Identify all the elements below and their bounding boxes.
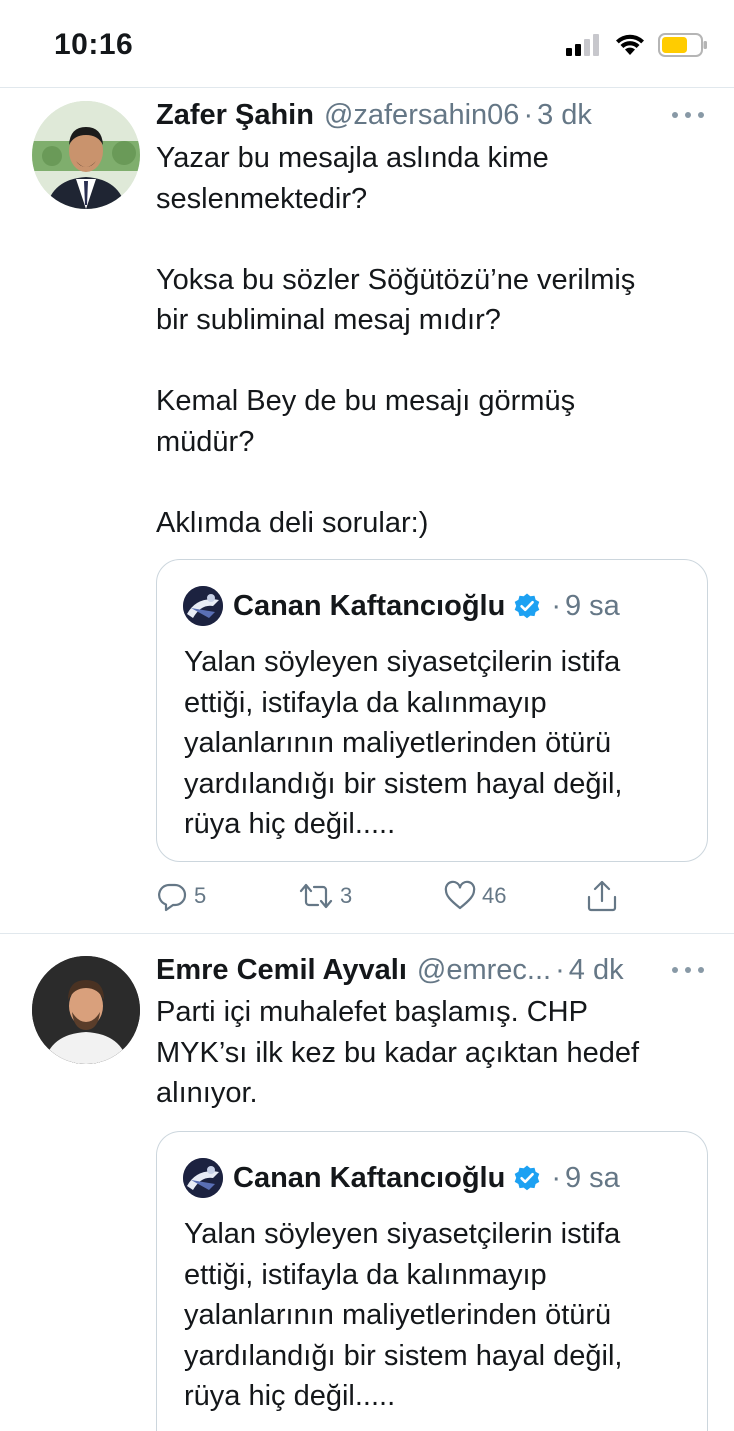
separator-dot: · [523, 98, 534, 131]
avatar[interactable] [32, 101, 140, 209]
retweet-icon [299, 883, 333, 909]
quote-display-name: Canan Kaftancıoğlu [233, 1161, 506, 1194]
quote-text: Yalan söyleyen siyasetçilerin istifa ett… [184, 646, 623, 840]
status-time: 10:16 [54, 28, 134, 61]
quoted-tweet[interactable]: Canan Kaftancıoğlu · 9 sa Yalan söyleyen… [156, 559, 708, 862]
share-icon [587, 880, 617, 912]
display-name[interactable]: Emre Cemil Ayvalı [156, 954, 407, 987]
quote-time: 9 sa [564, 1161, 620, 1194]
tweet-time[interactable]: 4 dk [569, 954, 624, 987]
more-options-icon[interactable] [672, 103, 704, 127]
tweet-text: Parti içi muhalefet başlamış. CHP MYK’sı… [156, 996, 640, 1109]
more-options-icon[interactable] [672, 958, 704, 982]
tweet-header: Emre Cemil Ayvalı @emrec... · 4 dk [156, 950, 704, 990]
retweet-count: 3 [340, 883, 353, 908]
like-button[interactable]: 46 [444, 876, 506, 916]
handle[interactable]: @zafersahin06 [324, 99, 520, 132]
wifi-icon [616, 34, 644, 55]
share-button[interactable] [586, 876, 618, 916]
quote-avatar [183, 1158, 223, 1198]
separator-dot: · [551, 589, 561, 622]
tweet-actions: 5 3 46 [156, 876, 656, 916]
quote-header: Canan Kaftancıoğlu · 9 sa [183, 1158, 620, 1198]
quote-time: 9 sa [564, 589, 620, 622]
battery-icon [658, 33, 707, 57]
quote-avatar [183, 586, 223, 626]
tweet[interactable]: Emre Cemil Ayvalı @emrec... · 4 dk Parti… [0, 935, 734, 1431]
quote-display-name: Canan Kaftancıoğlu [233, 589, 506, 622]
tweet-text: Yazar bu mesajla aslında kime seslenmekt… [156, 142, 636, 539]
verified-badge-icon [515, 593, 540, 619]
heart-icon [444, 880, 476, 910]
separator-dot: · [555, 953, 565, 986]
tweet-time[interactable]: 3 dk [537, 99, 592, 132]
tweet[interactable]: Zafer Şahin @zafersahin06 · 3 dk Yazar b… [0, 88, 734, 934]
signal-icon [566, 34, 599, 56]
verified-badge-icon [515, 1165, 540, 1191]
avatar[interactable] [32, 956, 140, 1064]
quoted-tweet[interactable]: Canan Kaftancıoğlu · 9 sa Yalan söyleyen… [156, 1131, 708, 1431]
separator-dot: · [551, 1161, 561, 1194]
reply-count: 5 [194, 883, 207, 908]
tweet-header: Zafer Şahin @zafersahin06 · 3 dk [156, 95, 704, 135]
status-bar: 10:16 [0, 0, 734, 88]
quote-text: Yalan söyleyen siyasetçilerin istifa ett… [184, 1218, 623, 1412]
quote-header: Canan Kaftancıoğlu · 9 sa [183, 586, 620, 626]
status-icons [566, 32, 708, 58]
reply-icon [158, 883, 187, 912]
like-count: 46 [482, 883, 507, 908]
display-name[interactable]: Zafer Şahin [156, 99, 314, 132]
handle[interactable]: @emrec... [417, 954, 551, 987]
reply-button[interactable]: 5 [156, 876, 206, 916]
retweet-button[interactable]: 3 [298, 876, 352, 916]
